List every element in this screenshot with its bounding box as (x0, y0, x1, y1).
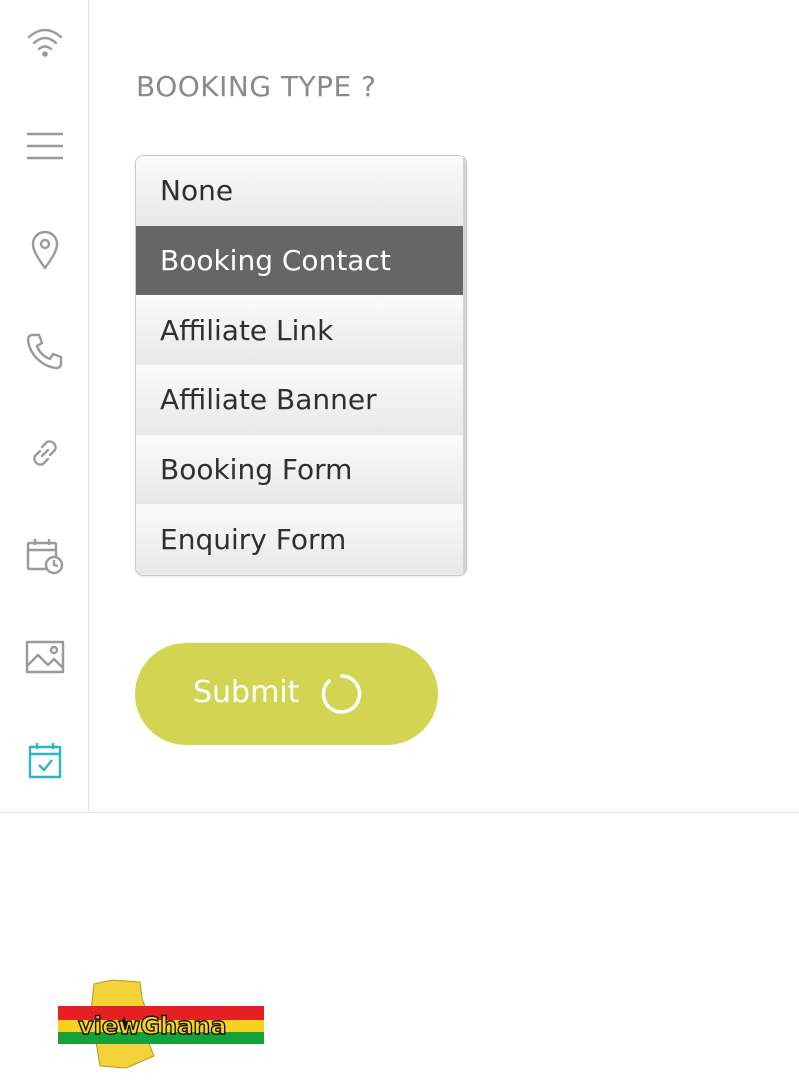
option-affiliate-link[interactable]: Affiliate Link (136, 295, 466, 366)
divider (0, 812, 799, 813)
option-none[interactable]: None (136, 156, 466, 226)
option-booking-form[interactable]: Booking Form (136, 434, 466, 505)
submit-label: Submit (193, 675, 300, 710)
booking-type-heading: BOOKING TYPE ? (136, 70, 377, 103)
wifi-icon[interactable] (22, 20, 68, 66)
option-booking-contact[interactable]: Booking Contact (136, 225, 466, 296)
sidebar (0, 0, 89, 812)
viewghana-logo: viewGhana (58, 979, 264, 1069)
option-affiliate-banner[interactable]: Affiliate Banner (136, 365, 466, 435)
option-enquiry-form[interactable]: Enquiry Form (136, 504, 466, 575)
location-pin-icon[interactable] (22, 226, 68, 272)
calendar-check-icon[interactable] (22, 737, 68, 783)
image-icon[interactable] (22, 634, 68, 680)
menu-icon[interactable] (22, 122, 68, 168)
loading-spinner-icon (321, 674, 362, 714)
submit-button[interactable]: Submit (135, 643, 438, 745)
logo-text: viewGhana (78, 1012, 227, 1040)
phone-icon[interactable] (22, 328, 68, 374)
booking-type-select[interactable]: None Booking Contact Affiliate Link Affi… (135, 155, 467, 576)
link-icon[interactable] (22, 430, 68, 476)
calendar-clock-icon[interactable] (22, 533, 68, 579)
